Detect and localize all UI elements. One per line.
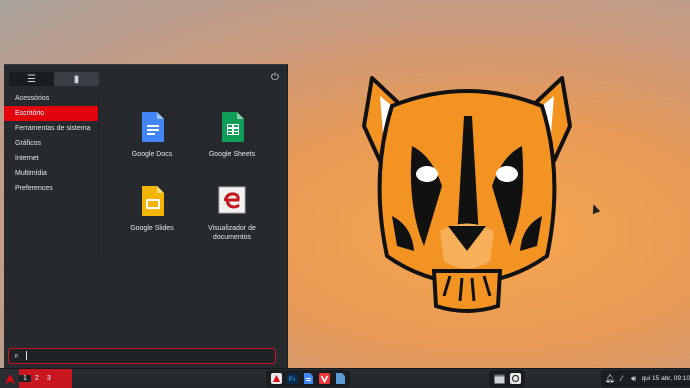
app-label: Google Sheets xyxy=(208,151,256,158)
tiger-launcher-icon xyxy=(4,373,15,384)
photoshop-icon[interactable]: Ps xyxy=(285,370,299,387)
category-graphics[interactable]: Gráficos xyxy=(4,136,98,151)
workspace-2[interactable]: 2 xyxy=(31,375,43,382)
application-menu: ☰ ▮ ⏻ Acessórios Escritório Ferramentas … xyxy=(4,64,288,369)
network-icon[interactable]: ∕ xyxy=(618,374,626,383)
menu-button[interactable] xyxy=(0,369,19,388)
app-grid: Google Docs Google Sheets Google Slides … xyxy=(104,105,284,245)
app-label: Visualizador de documentos xyxy=(208,225,256,241)
app-launcher-icon[interactable] xyxy=(269,370,283,387)
launcher-dock: Ps xyxy=(266,370,350,387)
document-viewer-icon xyxy=(218,186,246,214)
app-google-sheets[interactable]: Google Sheets xyxy=(192,111,272,159)
volume-icon[interactable]: 🔊︎ xyxy=(630,374,638,384)
tab-list-icon[interactable]: ☰ xyxy=(9,72,54,86)
menu-tab-bar: ☰ ▮ xyxy=(9,72,99,86)
terminal-icon[interactable] xyxy=(508,370,522,387)
window-icon[interactable] xyxy=(492,370,506,387)
workspace-1[interactable]: 1 xyxy=(19,375,31,382)
vivaldi-icon[interactable] xyxy=(317,370,331,387)
search-input[interactable]: ⌕ xyxy=(8,348,276,364)
category-internet[interactable]: Internet xyxy=(4,151,98,166)
category-accessories[interactable]: Acessórios xyxy=(4,91,98,106)
category-system-tools[interactable]: Ferramentas de sistema xyxy=(4,121,98,136)
app-document-viewer[interactable]: Visualizador de documentos xyxy=(192,185,272,242)
svg-text:Ps: Ps xyxy=(288,377,295,383)
notifications-icon[interactable]: 🔔︎ xyxy=(605,374,615,383)
workspace-switcher: 1 2 3 xyxy=(0,369,72,388)
category-preferences[interactable]: Preferences xyxy=(4,181,98,196)
list-icon: ☰ xyxy=(27,73,36,85)
desktop: ☰ ▮ ⏻ Acessórios Escritório Ferramentas … xyxy=(0,0,690,369)
category-multimedia[interactable]: Multimídia xyxy=(4,166,98,181)
category-list: Acessórios Escritório Ferramentas de sis… xyxy=(4,91,99,256)
google-docs-icon xyxy=(142,112,164,142)
file-manager-icon[interactable] xyxy=(333,370,347,387)
category-office[interactable]: Escritório xyxy=(4,106,98,121)
clock[interactable]: qui 15 abr, 09:10 xyxy=(642,375,690,382)
tab-bookmark-icon[interactable]: ▮ xyxy=(54,72,99,86)
app-label: Google Docs xyxy=(131,151,173,158)
app-google-docs[interactable]: Google Docs xyxy=(112,111,192,159)
app-label: Google Slides xyxy=(130,225,174,232)
taskbar: 1 2 3 Ps 🔔︎ ∕ 🔊︎ qui 15 abr, 09:10 xyxy=(0,368,690,388)
bookmark-icon: ▮ xyxy=(73,73,80,85)
tiger-logo xyxy=(362,76,572,313)
app-google-slides[interactable]: Google Slides xyxy=(112,185,192,233)
window-list xyxy=(489,370,525,387)
workspace-3[interactable]: 3 xyxy=(43,375,55,382)
google-slides-icon xyxy=(142,186,164,216)
search-icon: ⌕ xyxy=(14,350,20,360)
google-docs-icon[interactable] xyxy=(301,370,315,387)
text-caret xyxy=(26,351,27,360)
google-sheets-icon xyxy=(222,112,244,142)
mouse-cursor-icon xyxy=(589,202,601,215)
system-tray: 🔔︎ ∕ 🔊︎ qui 15 abr, 09:10 xyxy=(601,370,690,387)
power-icon[interactable]: ⏻ xyxy=(270,73,280,83)
